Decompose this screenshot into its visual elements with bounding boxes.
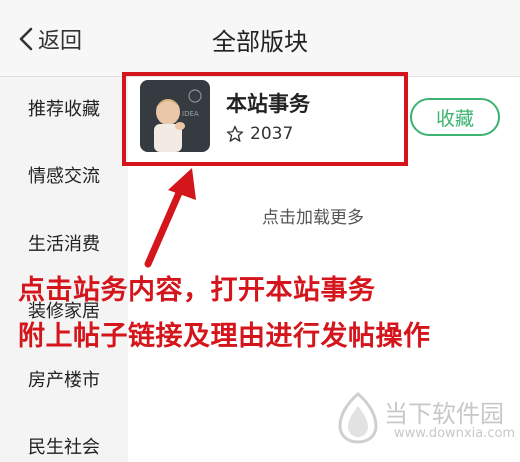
annotation-line-1: 点击站务内容，打开本站事务 [18, 275, 376, 306]
sidebar-item-livelihood[interactable]: 民生社会 [28, 433, 100, 459]
favorite-button[interactable]: 收藏 [410, 98, 500, 136]
watermark-logo-icon [338, 392, 378, 444]
sidebar-item-emotion[interactable]: 情感交流 [28, 162, 100, 188]
app-screen: 返回 全部版块 推荐收藏 情感交流 生活消费 装修家居 房产楼市 民生社会 ID… [0, 0, 520, 462]
sidebar-item-recommended[interactable]: 推荐收藏 [28, 95, 100, 121]
watermark-url: www.downxia.com [394, 426, 516, 441]
highlight-box [122, 72, 408, 166]
watermark-name: 当下软件园 [384, 400, 504, 428]
sidebar-item-real-estate[interactable]: 房产楼市 [28, 366, 100, 392]
annotation-line-2: 附上帖子链接及理由进行发帖操作 [18, 321, 431, 352]
sidebar-item-consumption[interactable]: 生活消费 [28, 230, 100, 256]
page-title: 全部版块 [212, 28, 308, 56]
nav-header: 返回 全部版块 [0, 0, 520, 77]
load-more-link[interactable]: 点击加载更多 [262, 203, 364, 228]
watermark: 当下软件园 www.downxia.com [336, 392, 516, 452]
annotation-arrow-icon [144, 168, 196, 268]
